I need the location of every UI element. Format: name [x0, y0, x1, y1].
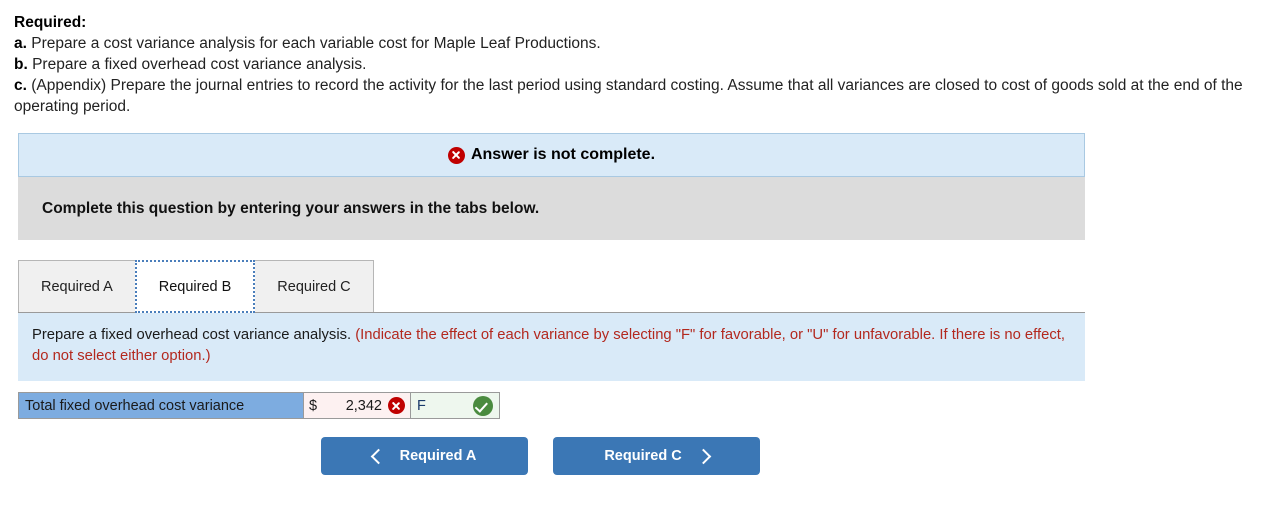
question-status-panel: Answer is not complete. Complete this qu… — [18, 133, 1085, 240]
tab-navigation: Required A Required C — [0, 437, 1267, 475]
prompt-text-a: Prepare a cost variance analysis for eac… — [26, 35, 601, 52]
error-x-icon — [388, 397, 405, 414]
variance-effect-value: F — [417, 397, 426, 414]
required-prompt: Required: a. Prepare a cost variance ana… — [0, 0, 1267, 117]
task-instruction-main: Prepare a fixed overhead cost variance a… — [32, 327, 356, 343]
next-button-label: Required C — [604, 448, 682, 464]
tab-required-c[interactable]: Required C — [254, 260, 374, 313]
variance-amount-input[interactable]: $ 2,342 — [303, 392, 411, 419]
prompt-item-a: a. Prepare a cost variance analysis for … — [14, 33, 1253, 54]
tabstrip: Required A Required B Required C — [18, 259, 1085, 313]
answer-table-row: Total fixed overhead cost variance $ 2,3… — [18, 392, 500, 419]
next-required-c-button[interactable]: Required C — [553, 437, 760, 475]
currency-symbol: $ — [309, 397, 318, 414]
answer-row-label: Total fixed overhead cost variance — [18, 392, 304, 419]
previous-button-label: Required A — [399, 448, 477, 464]
tab-list: Required A Required B Required C — [18, 259, 1085, 313]
success-check-icon — [473, 395, 493, 416]
variance-effect-select[interactable]: F — [410, 392, 500, 419]
prompt-marker-b: b. — [14, 56, 28, 73]
answer-status-text: Answer is not complete. — [470, 146, 656, 163]
tab-required-a[interactable]: Required A — [18, 260, 136, 313]
prompt-item-c: c. (Appendix) Prepare the journal entrie… — [14, 75, 1253, 117]
chevron-left-icon — [370, 448, 386, 464]
prompt-title: Required: — [14, 14, 87, 31]
prompt-text-c: (Appendix) Prepare the journal entries t… — [14, 77, 1243, 115]
chevron-right-icon — [695, 448, 711, 464]
tab-required-b[interactable]: Required B — [134, 260, 256, 313]
prompt-marker-a: a. — [14, 35, 27, 52]
variance-amount-value: 2,342 — [345, 397, 382, 414]
task-instruction-panel: Prepare a fixed overhead cost variance a… — [18, 313, 1085, 381]
instructions-band-text: Complete this question by entering your … — [42, 199, 540, 217]
error-x-icon — [447, 146, 465, 164]
prompt-item-b: b. Prepare a fixed overhead cost varianc… — [14, 54, 1253, 75]
prompt-text-b: Prepare a fixed overhead cost variance a… — [27, 56, 367, 73]
prompt-marker-c: c. — [14, 77, 27, 94]
previous-required-a-button[interactable]: Required A — [321, 437, 528, 475]
answer-status-banner: Answer is not complete. — [18, 133, 1085, 177]
instructions-band: Complete this question by entering your … — [18, 177, 1085, 240]
